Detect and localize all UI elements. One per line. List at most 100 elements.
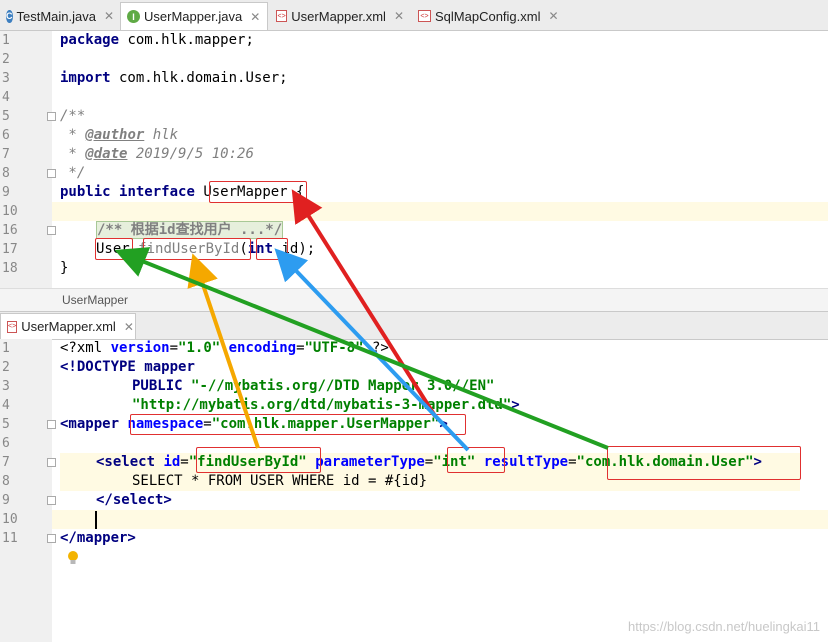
doc-tag: @date [85, 146, 128, 162]
xml-value: "int" [433, 454, 476, 470]
line-number: 3 [2, 71, 10, 86]
code-text: id); [273, 241, 316, 257]
line-number: 5 [2, 109, 10, 124]
line-number: 7 [2, 455, 10, 470]
code-line-17: User findUserById(int id); [96, 240, 315, 259]
code-text: { [287, 184, 305, 200]
xml-line-2: <!DOCTYPE mapper [60, 358, 195, 377]
line-number: 3 [2, 379, 10, 394]
interface-icon: I [127, 10, 140, 23]
line-number: 10 [2, 204, 18, 219]
comment-text: 2019/9/5 10:26 [127, 146, 254, 162]
comment-text: * [60, 127, 86, 143]
xml-attr: parameterType [315, 454, 425, 470]
line-number: 8 [2, 166, 10, 181]
breadcrumb[interactable]: UserMapper [0, 288, 828, 311]
xml-value: "findUserById" [188, 454, 307, 470]
current-line-highlight [52, 510, 828, 529]
tab-label: UserMapper.xml [21, 319, 116, 334]
xml-tag: PUBLIC [132, 378, 192, 394]
xml-icon: <> [7, 320, 18, 333]
xml-tag: <!DOCTYPE [60, 359, 145, 375]
tab-label: UserMapper.java [144, 9, 243, 24]
fold-icon[interactable] [47, 496, 56, 505]
tab-usermapper-xml-bottom[interactable]: <> UserMapper.xml ✕ [0, 313, 136, 339]
close-icon[interactable]: ✕ [250, 10, 260, 24]
tab-sqlmapconfig-xml[interactable]: <> SqlMapConfig.xml ✕ [412, 3, 566, 29]
folded-comment[interactable]: /** 根据id查找用户 ...*/ [96, 221, 284, 239]
tab-label: TestMain.java [16, 8, 96, 24]
keyword: import [60, 70, 111, 86]
xml-tag: > [439, 416, 448, 432]
code-line-3: import com.hlk.domain.User; [60, 69, 288, 88]
fold-icon[interactable] [47, 169, 56, 178]
method-name: findUserById [138, 241, 240, 257]
tab-usermapper-xml[interactable]: <> UserMapper.xml ✕ [270, 3, 410, 29]
doc-comment: * @author hlk [60, 126, 178, 145]
code-text: <?xml [60, 340, 111, 356]
return-type: User [96, 241, 130, 257]
doc-comment: */ [60, 165, 86, 181]
code-text: ( [239, 241, 248, 257]
fold-icon[interactable] [47, 534, 56, 543]
line-number: 1 [2, 341, 10, 356]
xml-attr: encoding [228, 340, 297, 356]
close-icon[interactable]: ✕ [549, 9, 559, 23]
xml-value: "com.hlk.mapper.UserMapper" [211, 416, 440, 432]
xml-line-4: "http://mybatis.org/dtd/mybatis-3-mapper… [132, 396, 520, 415]
line-number: 18 [2, 261, 18, 276]
tab-testmain-java[interactable]: C TestMain.java ✕ [0, 3, 118, 29]
xml-line-7: <select id="findUserById" parameterType=… [96, 454, 762, 470]
xml-tab-bar: <> UserMapper.xml ✕ [0, 311, 828, 340]
tab-label: UserMapper.xml [291, 8, 386, 24]
current-line-highlight [52, 202, 828, 221]
doc-comment: * @date 2019/9/5 10:26 [60, 145, 254, 164]
xml-tag: mapper [144, 359, 195, 375]
fold-icon[interactable] [47, 420, 56, 429]
comment-text: * [60, 146, 86, 162]
tab-label: SqlMapConfig.xml [435, 8, 541, 24]
close-icon[interactable]: ✕ [104, 9, 114, 23]
fold-icon[interactable] [47, 458, 56, 467]
line-number: 1 [2, 33, 10, 48]
xml-value: "1.0" [178, 340, 221, 356]
line-number: 5 [2, 417, 10, 432]
xml-value: "com.hlk.domain.User" [576, 454, 754, 470]
line-number: 2 [2, 52, 10, 67]
line-number: 8 [2, 474, 10, 489]
xml-editor[interactable]: 1 2 3 4 5 6 7 8 9 10 11 <?xml version="1… [0, 339, 828, 642]
code-text: com.hlk.mapper; [119, 32, 254, 48]
keyword: package [60, 32, 120, 48]
keyword: int [247, 241, 274, 257]
fold-icon[interactable] [47, 112, 56, 121]
xml-line-1: <?xml version="1.0" encoding="UTF-8" ?> [60, 340, 389, 356]
tab-usermapper-java[interactable]: I UserMapper.java ✕ [120, 2, 268, 30]
class-icon: C [6, 9, 13, 23]
doc-comment: /** [60, 108, 86, 124]
xml-tag: <mapper [60, 416, 128, 432]
interface-name: UserMapper [203, 184, 288, 200]
code-text: ?> [371, 340, 389, 356]
text-cursor [95, 511, 97, 529]
lightbulb-icon[interactable] [67, 550, 79, 566]
code-line-9: public interface UserMapper { [60, 183, 304, 202]
xml-line-5: <mapper namespace="com.hlk.mapper.UserMa… [60, 416, 448, 432]
xml-attr: id [163, 454, 181, 470]
xml-value: "-//mybatis.org//DTD Mapper 3.0//EN" [191, 378, 495, 394]
fold-icon[interactable] [47, 226, 56, 235]
xml-tag: <select [96, 454, 164, 470]
line-number: 9 [2, 493, 10, 508]
code-line-1: package com.hlk.mapper; [60, 31, 254, 50]
line-number: 6 [2, 128, 10, 143]
xml-attr: namespace [127, 416, 204, 432]
xml-line-9: </select> [96, 491, 172, 510]
java-editor[interactable]: 1 2 3 4 5 6 7 8 9 10 16 17 18 package co… [0, 31, 828, 288]
code-text: com.hlk.domain.User; [110, 70, 288, 86]
xml-value: "http://mybatis.org/dtd/mybatis-3-mapper… [132, 397, 512, 413]
breadcrumb-item[interactable]: UserMapper [62, 293, 128, 307]
close-icon[interactable]: ✕ [394, 9, 404, 23]
xml-icon: <> [276, 10, 288, 22]
line-number: 17 [2, 242, 18, 257]
close-icon[interactable]: ✕ [124, 320, 134, 334]
line-number: 10 [2, 512, 18, 527]
